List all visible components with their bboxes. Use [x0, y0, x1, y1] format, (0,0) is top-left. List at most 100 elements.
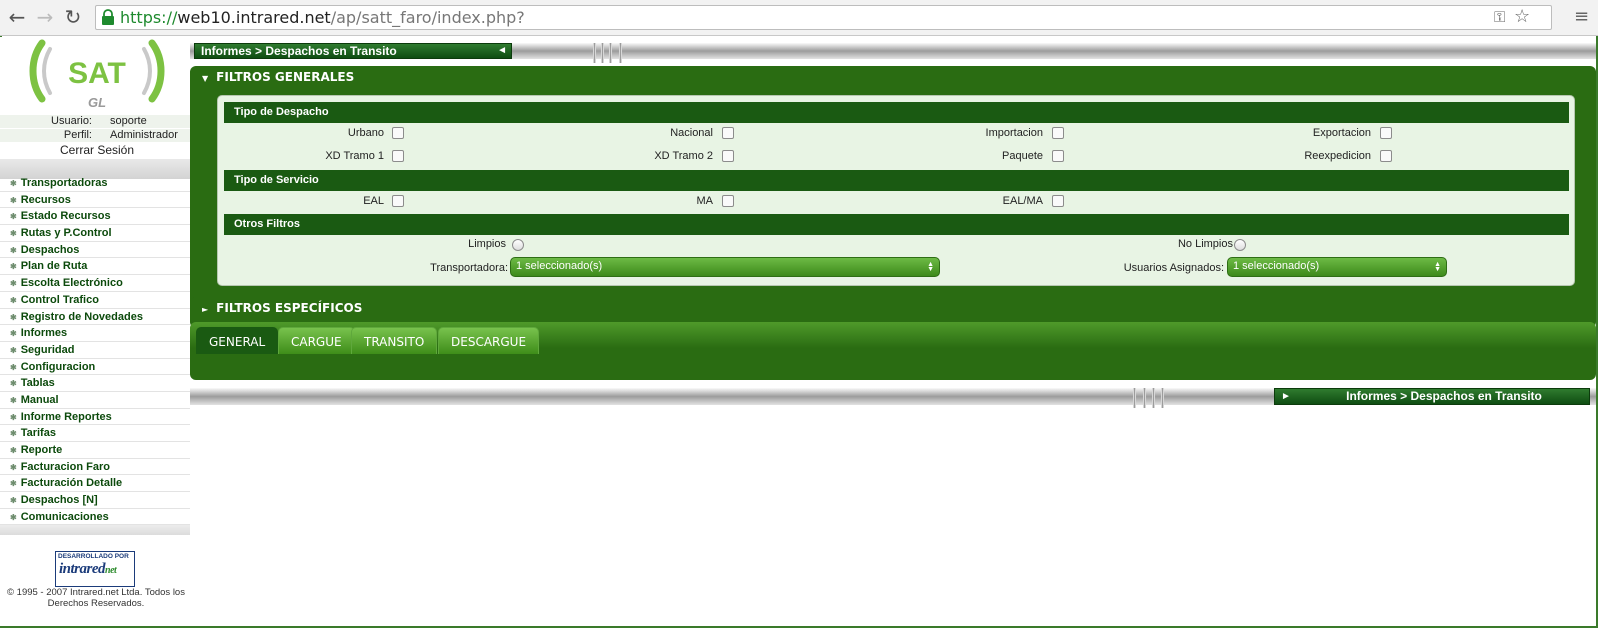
sidebar-item-label: Comunicaciones [20, 510, 109, 523]
sidebar-item[interactable]: ✱ Informe Reportes [0, 409, 190, 426]
sidebar-item-label: Estado Recursos [20, 210, 111, 223]
xd-tramo1-checkbox[interactable] [392, 150, 404, 162]
sidebar-item[interactable]: ✱ Facturacion Faro [0, 459, 190, 476]
sidebar-item[interactable]: ✱ Configuracion [0, 359, 190, 376]
logo-subtitle: GL [88, 95, 106, 110]
sidebar-item[interactable]: ✱ Plan de Ruta [0, 258, 190, 276]
splitter-grip[interactable] [1161, 388, 1164, 408]
splitter-grip[interactable] [1152, 388, 1155, 408]
sidebar-item[interactable]: ✱ Rutas y P.Control [0, 225, 190, 242]
importacion-label: Importacion [985, 127, 1043, 139]
sidebar-item[interactable]: ✱ Seguridad [0, 342, 190, 359]
sidebar-item[interactable]: ✱ Escolta Electrónico [0, 275, 190, 292]
perfil-value: Administrador [110, 129, 178, 141]
splitter-grip[interactable] [601, 43, 604, 63]
sidebar-item-label: Informes [20, 327, 68, 340]
transportadora-value: 1 seleccionado(s) [516, 260, 603, 272]
sidebar-item-label: Informe Reportes [20, 410, 112, 423]
urbano-checkbox[interactable] [392, 127, 404, 139]
usuarios-value: 1 seleccionado(s) [1233, 260, 1320, 272]
no-limpios-radio[interactable] [1234, 239, 1246, 251]
perfil-row: Perfil: Administrador [0, 129, 190, 142]
eal-ma-label: EAL/MA [1002, 195, 1043, 207]
sidebar-item[interactable]: ✱ Recursos [0, 192, 190, 209]
triangle-down-icon: ▼ [202, 74, 209, 83]
filtros-especificos-header[interactable]: ► FILTROS ESPECÍFICOS [202, 301, 362, 315]
sidebar-item[interactable]: ✱ Comunicaciones [0, 509, 190, 526]
expand-right-icon[interactable]: ► [1281, 389, 1291, 404]
urbano-label: Urbano [347, 127, 384, 139]
sidebar-item[interactable]: ✱ Tablas [0, 375, 190, 392]
tipo-despacho-row1: Urbano Nacional Importacion Exportacion [224, 124, 1569, 146]
sidebar-item[interactable]: ✱ Informes [0, 325, 190, 342]
logout-link[interactable]: Cerrar Sesión [60, 143, 134, 157]
sidebar-item-label: Despachos [N] [20, 494, 98, 507]
intrared-badge: DESARROLLADO POR intrarednet [55, 551, 135, 587]
splitter-grip[interactable] [609, 43, 612, 63]
sidebar-item[interactable]: ✱ Control Trafico [0, 292, 190, 309]
sidebar-item[interactable]: ✱ Despachos [N] [0, 492, 190, 509]
xd-tramo2-label: XD Tramo 2 [654, 150, 713, 162]
sidebar: SAT GL Usuario: soporte Perfil: Administ… [0, 37, 190, 626]
sidebar-item-label: Transportadoras [20, 177, 108, 189]
eal-ma-checkbox[interactable] [1052, 195, 1064, 207]
ma-checkbox[interactable] [722, 195, 734, 207]
filtros-especificos-panel[interactable]: ► FILTROS ESPECÍFICOS [190, 297, 1596, 319]
tab-general[interactable]: GENERAL [196, 327, 279, 355]
nacional-checkbox[interactable] [722, 127, 734, 139]
eal-checkbox[interactable] [392, 195, 404, 207]
sidebar-item[interactable]: ✱ Manual [0, 392, 190, 409]
filtros-generales-title: FILTROS GENERALES [216, 70, 355, 84]
splitter-grip[interactable] [1143, 388, 1146, 408]
browser-toolbar: ← → ↻ https://web10.intrared.net/ap/satt… [0, 0, 1598, 36]
tab-content [192, 354, 1594, 378]
paquete-checkbox[interactable] [1052, 150, 1064, 162]
badge-top-text: DESARROLLADO POR [58, 553, 129, 560]
star-icon[interactable]: ☆ [1514, 6, 1530, 27]
usuario-value: soporte [110, 115, 147, 127]
sidebar-item[interactable]: ✱ Reporte [0, 442, 190, 459]
importacion-checkbox[interactable] [1052, 127, 1064, 139]
tab-descargue[interactable]: DESCARGUE [438, 327, 540, 355]
tipo-servicio-row: EAL MA EAL/MA [224, 192, 1569, 214]
tab-transito[interactable]: TRANSITO [351, 327, 438, 355]
transportadora-select[interactable]: 1 seleccionado(s) ▲ ▼ [510, 257, 940, 277]
limpios-radio[interactable] [512, 239, 524, 251]
address-bar[interactable]: https://web10.intrared.net/ap/satt_faro/… [95, 5, 1552, 30]
sidebar-item[interactable]: ✱ Tarifas [0, 425, 190, 442]
sidebar-item-label: Rutas y P.Control [20, 227, 112, 240]
key-icon[interactable]: ⚿ [1494, 8, 1505, 26]
menu-icon[interactable]: ≡ [1574, 6, 1589, 27]
updown-icon: ▲ ▼ [927, 261, 934, 273]
sidebar-item[interactable]: ✱ Estado Recursos [0, 208, 190, 226]
bullet-icon: ✱ [10, 279, 17, 289]
triangle-right-icon: ► [202, 305, 209, 314]
sidebar-item[interactable]: ✱ Registro de Novedades [0, 309, 190, 326]
bullet-icon: ✱ [10, 345, 17, 355]
sidebar-item[interactable]: ✱ Transportadoras [0, 175, 190, 192]
sidebar-item[interactable]: ✱ Despachos [0, 242, 190, 259]
splitter-grip[interactable] [619, 43, 622, 63]
nacional-label: Nacional [670, 127, 713, 139]
splitter-grip[interactable] [593, 43, 596, 63]
reload-icon[interactable]: ↻ [62, 6, 84, 28]
eal-label: EAL [363, 195, 384, 207]
breadcrumb-text: Informes > Despachos en Transito [201, 44, 397, 58]
reexpedicion-checkbox[interactable] [1380, 150, 1392, 162]
forward-icon[interactable]: → [34, 6, 56, 28]
exportacion-checkbox[interactable] [1380, 127, 1392, 139]
sidebar-item-label: Reporte [20, 444, 63, 456]
filtros-generales-header[interactable]: ▼ FILTROS GENERALES [202, 70, 354, 84]
sidebar-item-label: Facturación Detalle [20, 477, 123, 490]
breadcrumb-bottom[interactable]: ► Informes > Despachos en Transito [1274, 388, 1590, 405]
tab-cargue[interactable]: CARGUE [278, 327, 355, 355]
sidebar-item[interactable]: ✱ Facturación Detalle [0, 475, 190, 493]
xd-tramo2-checkbox[interactable] [722, 150, 734, 162]
reexpedicion-label: Reexpedicion [1304, 150, 1371, 162]
breadcrumb-top[interactable]: Informes > Despachos en Transito ◄ [194, 43, 512, 59]
logo-title: SAT [68, 57, 126, 90]
splitter-grip[interactable] [1133, 388, 1136, 408]
usuarios-select[interactable]: 1 seleccionado(s) ▲ ▼ [1227, 257, 1447, 277]
collapse-left-icon[interactable]: ◄ [497, 44, 507, 58]
back-icon[interactable]: ← [6, 6, 28, 28]
